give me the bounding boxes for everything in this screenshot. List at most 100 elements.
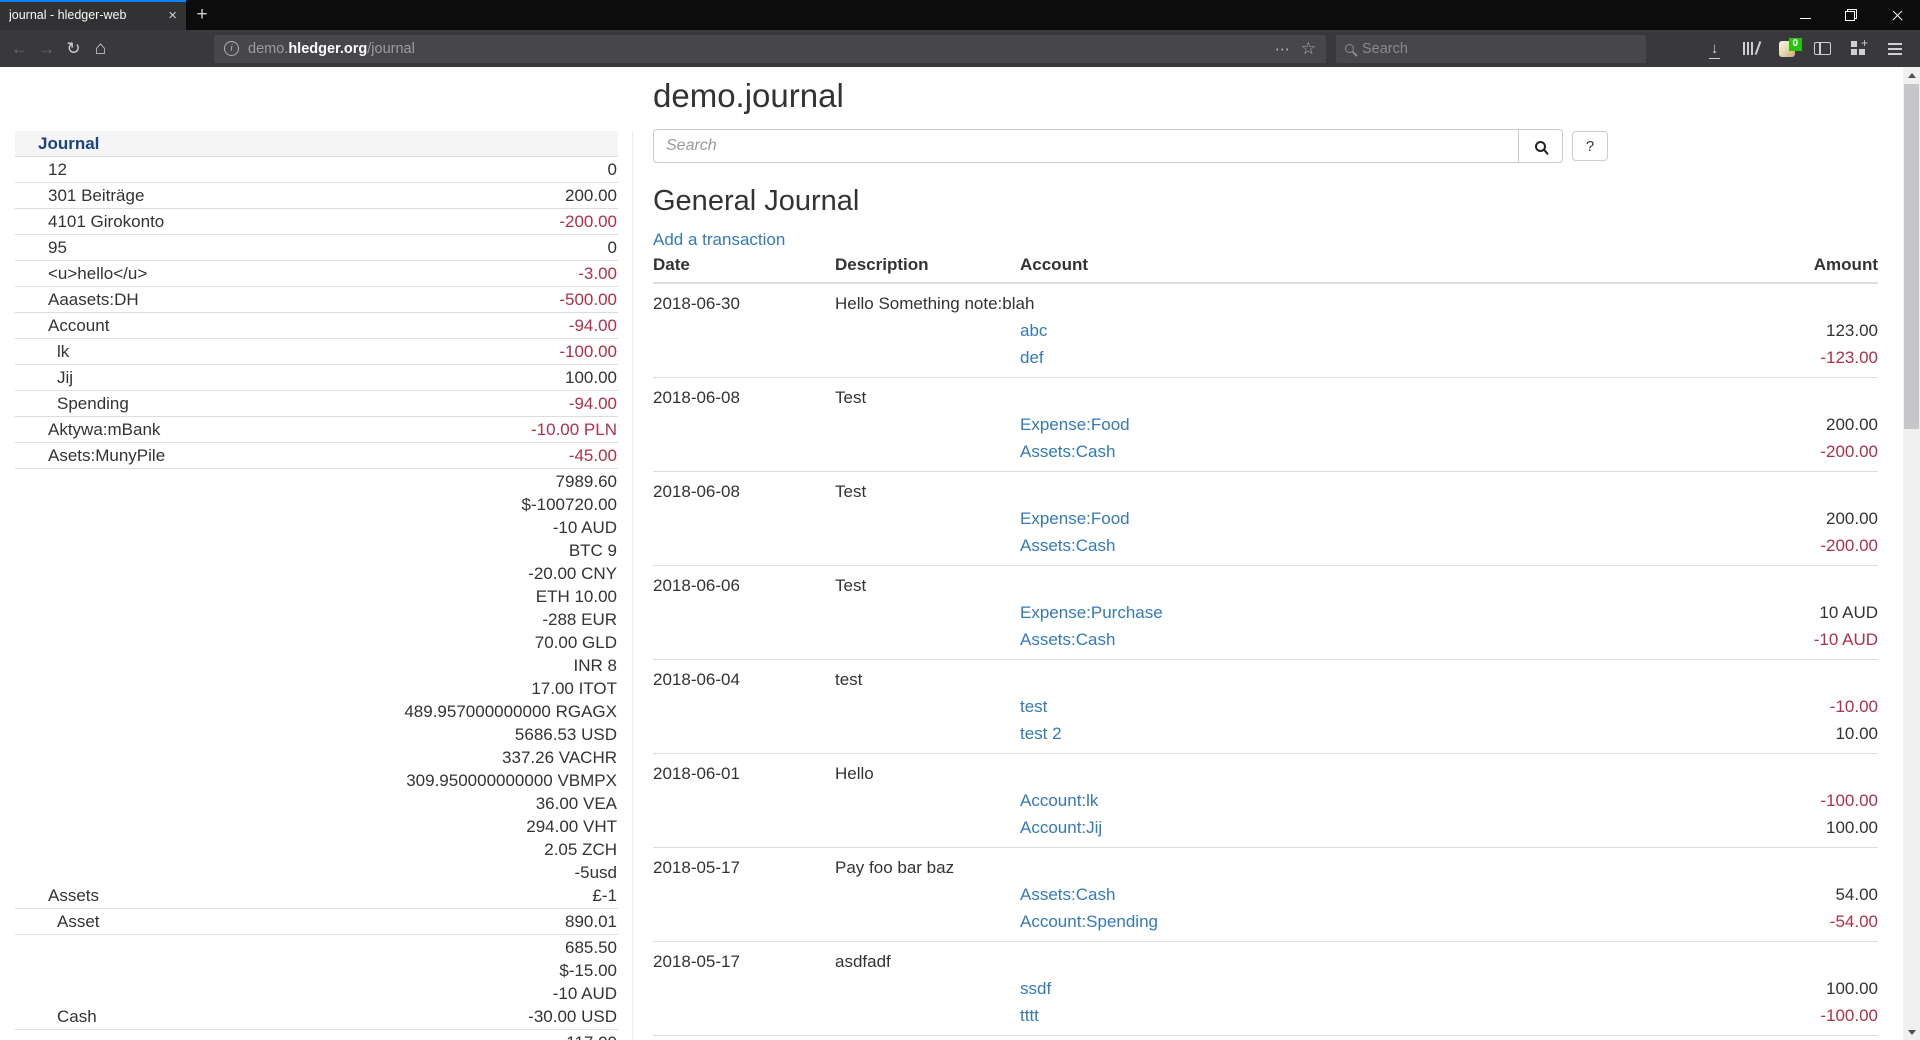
window-minimize-button[interactable] [1782,0,1828,30]
transaction-block[interactable]: 2018-05-17 asdfadf ssdf 100.00 tttt -100… [653,942,1878,1036]
new-tab-button[interactable]: + [186,0,218,30]
scrollbar-thumb[interactable] [1904,84,1919,429]
sidebar-journal-link[interactable]: Journal [15,131,618,157]
back-button[interactable]: ← [6,35,33,63]
scrollbar-up-button[interactable] [1903,67,1920,83]
transaction-description: test [835,660,1878,694]
page-scrollbar[interactable] [1903,67,1920,1040]
sidebar-account-name[interactable]: Jij [15,365,317,391]
sidebar-account-name[interactable]: 12 [15,157,317,183]
search-help-button[interactable]: ? [1572,131,1608,161]
sidebar-account-row[interactable]: 4101 Girokonto -200.00 [15,209,618,235]
add-transaction-link[interactable]: Add a transaction [653,230,785,250]
transaction-block[interactable]: 2018-06-30 Hello Something note:blah abc… [653,283,1878,378]
posting-account-link[interactable]: test 2 [1020,724,1062,743]
transaction-block[interactable]: 2018-05-17 Pay foo bar baz Assets:Cash 5… [653,848,1878,942]
menu-button[interactable] [1880,35,1909,63]
page-actions-icon[interactable]: ⋯ [1275,40,1290,58]
transaction-block[interactable]: 2018-06-06 Test Expense:Purchase 10 AUD … [653,566,1878,660]
sidebar-account-name[interactable]: Assets [15,469,317,909]
scroll-down-icon [1908,1030,1916,1035]
sidebar-account-name[interactable]: Asset [15,909,317,935]
posting-account-link[interactable]: Expense:Food [1020,509,1130,528]
sidebar-account-row[interactable]: Aktywa:mBank -10.00 PLN [15,417,618,443]
tab-close-icon[interactable]: × [168,7,177,24]
sidebar-account-name[interactable]: 95 [15,235,317,261]
sidebar-account-name[interactable]: 301 Beiträge [15,183,317,209]
spacer-cell [653,599,835,626]
posting-account-link[interactable]: Assets:Cash [1020,536,1115,555]
posting-account-link[interactable]: Expense:Purchase [1020,603,1163,622]
downloads-button[interactable]: ↓ [1700,35,1729,63]
sidebar-account-name[interactable]: lk [15,339,317,365]
balance-amount: 70.00 GLD [317,631,618,654]
posting-account-link[interactable]: tttt [1020,1006,1039,1025]
posting-account-link[interactable]: def [1020,348,1044,367]
window-close-button[interactable] [1874,0,1920,30]
balance-amount: -500.00 [317,288,618,311]
transaction-block[interactable]: 2018-06-08 Test Expense:Food 200.00 Asse… [653,472,1878,566]
transaction-block[interactable]: 2018-06-01 Hello Account:lk -100.00 Acco… [653,754,1878,848]
reload-button[interactable]: ↻ [60,35,87,63]
sidebar-account-row[interactable]: Jij 100.00 [15,365,618,391]
url-bar[interactable]: i demo.hledger.org/journal ⋯ ☆ [214,35,1326,63]
posting-account-link[interactable]: Account:Spending [1020,912,1158,931]
posting-amount: 200.00 [1540,411,1878,438]
sidebar-account-row[interactable]: Asets:MunyPile -45.00 [15,443,618,469]
apps-button[interactable] [1844,35,1873,63]
sidebar-account-row[interactable]: Aaasets:DH -500.00 [15,287,618,313]
posting-account-link[interactable]: abc [1020,321,1047,340]
browser-tab[interactable]: journal - hledger-web × [0,0,186,30]
home-button[interactable]: ⌂ [87,35,114,63]
download-icon: ↓ [1711,41,1719,56]
journal-search-button[interactable] [1518,129,1563,163]
sidebars-button[interactable] [1808,35,1837,63]
search-submit-icon [1535,141,1546,152]
sidebar-account-row[interactable]: lk -100.00 [15,339,618,365]
posting-account-link[interactable]: Assets:Cash [1020,442,1115,461]
extension-button[interactable]: 0 [1772,35,1801,63]
transaction-block[interactable]: 2018-05-17 Test [653,1036,1878,1040]
sidebar-account-row[interactable]: Account -94.00 [15,313,618,339]
transaction-date: 2018-06-04 [653,660,835,694]
sidebar-account-row[interactable]: Asset 890.01 [15,909,618,935]
sidebar-account-name[interactable]: <u>hello</u> [15,261,317,287]
sidebar-account-name[interactable]: Spending [15,391,317,417]
posting-account-link[interactable]: Assets:Cash [1020,885,1115,904]
posting-account-link[interactable]: Expense:Food [1020,415,1130,434]
spacer-cell [835,975,1020,1002]
transaction-block[interactable]: 2018-06-08 Test Expense:Food 200.00 Asse… [653,378,1878,472]
site-info-icon[interactable]: i [224,41,239,56]
sidebar-account-row[interactable]: Cash 685.50$-15.00-10 AUD-30.00 USD [15,935,618,1030]
window-restore-button[interactable] [1828,0,1874,30]
sidebar-account-name[interactable]: Asets:MunyPile [15,443,317,469]
journal-search-input[interactable] [653,129,1519,163]
posting-account-link[interactable]: Account:lk [1020,791,1098,810]
spacer-cell [835,532,1020,566]
sidebar-account-row[interactable]: 301 Beiträge 200.00 [15,183,618,209]
sidebar-account-name[interactable]: Account [15,313,317,339]
scrollbar-down-button[interactable] [1903,1024,1920,1040]
transaction-block[interactable]: 2018-06-04 test test -10.00 test 2 10.00 [653,660,1878,754]
browser-search-bar[interactable]: Search [1336,35,1646,63]
sidebar-account-name[interactable] [15,1030,317,1040]
library-button[interactable] [1736,35,1765,63]
sidebar-account-name[interactable]: Aktywa:mBank [15,417,317,443]
sidebar-account-name[interactable]: Aaasets:DH [15,287,317,313]
sidebar-account-row[interactable]: 12 0 [15,157,618,183]
sidebar-account-row[interactable]: 95 0 [15,235,618,261]
sidebar-account-row[interactable]: Spending -94.00 [15,391,618,417]
sidebar-account-row[interactable]: Assets 7989.60$-100720.00-10 AUDBTC 9-20… [15,469,618,909]
posting-account-link[interactable]: Assets:Cash [1020,630,1115,649]
sidebar-account-name[interactable]: 4101 Girokonto [15,209,317,235]
sidebar-account-row[interactable]: -117.00 [15,1030,618,1040]
sidebar-account-name[interactable]: Cash [15,935,317,1030]
posting-account-link[interactable]: test [1020,697,1047,716]
posting-account-link[interactable]: Account:Jij [1020,818,1102,837]
forward-button[interactable]: → [33,35,60,63]
sidebar-journal-row[interactable]: Journal [15,131,618,157]
sidebar-account-row[interactable]: <u>hello</u> -3.00 [15,261,618,287]
balance-amount: 36.00 VEA [317,792,618,815]
posting-account-link[interactable]: ssdf [1020,979,1051,998]
bookmark-star-icon[interactable]: ☆ [1301,39,1316,59]
